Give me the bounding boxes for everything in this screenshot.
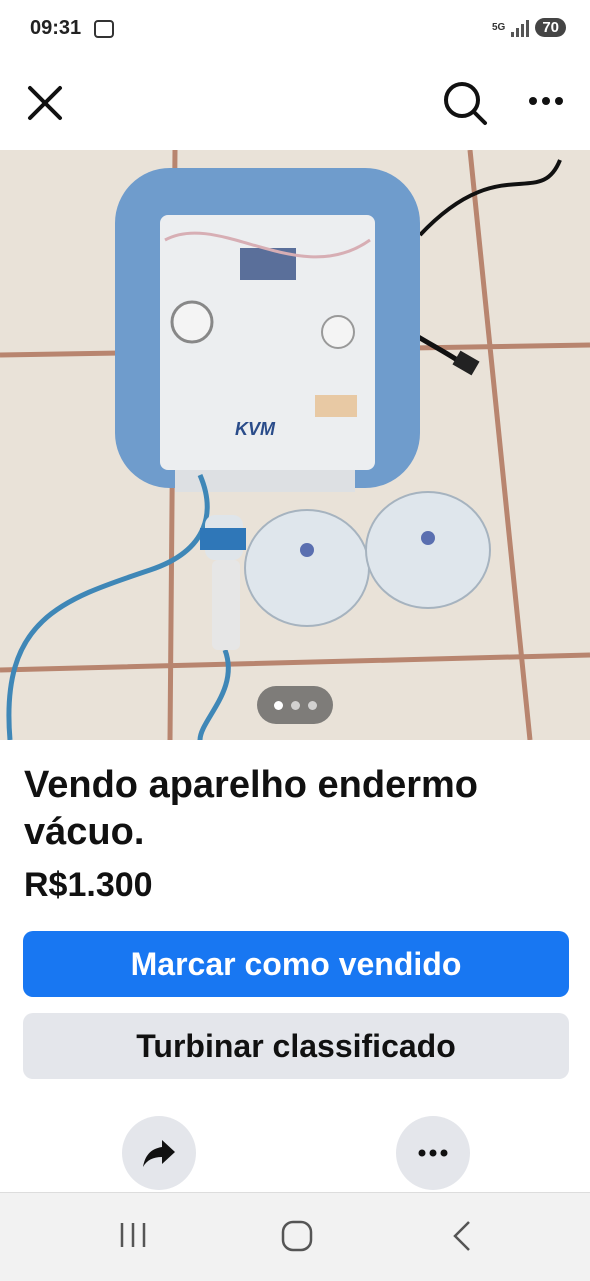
share-button[interactable] bbox=[122, 1116, 196, 1190]
carousel-dot bbox=[290, 700, 300, 710]
boost-listing-button[interactable]: Turbinar classificado bbox=[23, 1013, 569, 1079]
status-bar: 09:31 5G 70 bbox=[0, 0, 590, 60]
mark-as-sold-button[interactable]: Marcar como vendido bbox=[23, 931, 569, 997]
battery-indicator: 70 bbox=[535, 18, 566, 37]
more-actions-button[interactable] bbox=[396, 1116, 470, 1190]
top-bar bbox=[0, 60, 590, 148]
home-icon bbox=[281, 1220, 313, 1252]
product-photo-illustration: KVM bbox=[0, 150, 590, 740]
back-button[interactable] bbox=[450, 1219, 474, 1258]
product-photo[interactable]: KVM bbox=[0, 150, 590, 740]
more-horizontal-icon bbox=[418, 1149, 448, 1157]
close-icon bbox=[28, 86, 62, 120]
search-button[interactable] bbox=[442, 80, 488, 126]
status-right: 5G 70 bbox=[492, 18, 566, 37]
listing-title: Vendo aparelho endermo vácuo. bbox=[24, 764, 478, 853]
network-indicator: 5G bbox=[491, 21, 506, 33]
carousel-dot bbox=[307, 700, 317, 710]
screenshot-icon bbox=[94, 20, 114, 38]
more-horizontal-icon bbox=[529, 97, 563, 105]
search-icon bbox=[444, 82, 487, 125]
share-arrow-icon bbox=[143, 1140, 175, 1167]
carousel-indicator[interactable] bbox=[257, 686, 333, 724]
carousel-dot bbox=[273, 700, 283, 710]
more-button[interactable] bbox=[526, 86, 566, 116]
close-button[interactable] bbox=[24, 82, 66, 124]
signal-icon bbox=[511, 19, 530, 37]
listing-price: R$1.300 bbox=[24, 866, 153, 904]
home-button[interactable] bbox=[280, 1219, 314, 1258]
svg-text:KVM: KVM bbox=[235, 419, 276, 439]
recents-button[interactable] bbox=[117, 1219, 149, 1256]
system-nav-bar bbox=[0, 1192, 590, 1281]
status-time: 09:31 bbox=[30, 17, 82, 39]
recents-icon bbox=[120, 1223, 146, 1247]
back-icon bbox=[453, 1221, 470, 1251]
